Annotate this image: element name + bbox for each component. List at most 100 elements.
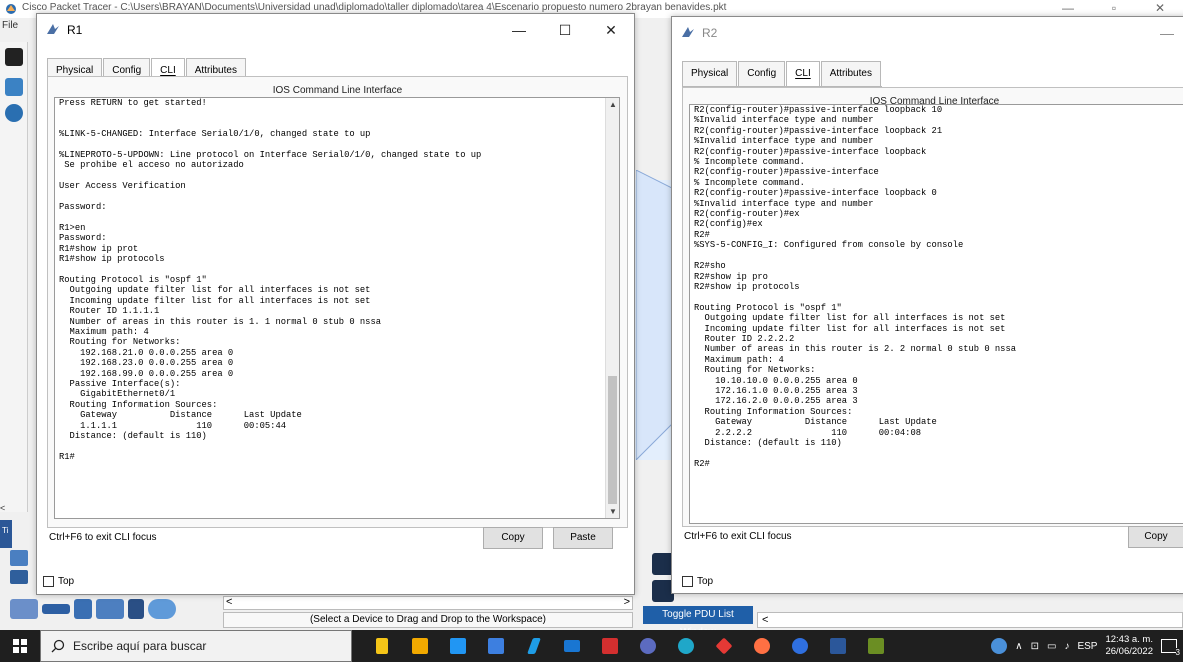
firefox-icon[interactable] (748, 630, 776, 662)
r2-terminal-text: R2(config-router)#passive-interface loop… (694, 105, 1017, 469)
chevron-up-icon[interactable]: ∧ (1015, 641, 1022, 652)
router-icon[interactable] (10, 599, 38, 619)
search-icon (51, 639, 65, 653)
file-explorer-icon[interactable] (444, 630, 472, 662)
hub-icon[interactable] (74, 599, 92, 619)
r1-top-label: Top (58, 576, 75, 587)
r2-terminal[interactable]: R2(config-router)#passive-interface loop… (689, 104, 1183, 524)
windows-taskbar: Escribe aquí para buscar ∧ ⊡ ▭ ♪ ESP 12:… (0, 630, 1183, 662)
pdf-reader-icon[interactable] (596, 630, 624, 662)
start-button[interactable] (0, 630, 40, 662)
r2-tab-cli[interactable]: CLI (786, 61, 820, 86)
scroll-left-arrow[interactable]: < (0, 503, 10, 517)
dropbox-icon[interactable] (482, 630, 510, 662)
r1-close-button[interactable]: ✕ (588, 14, 634, 46)
notification-icon[interactable]: 3 (1161, 639, 1180, 657)
volume-icon[interactable]: ♪ (1064, 641, 1069, 652)
store-icon[interactable] (406, 630, 434, 662)
switch-icon[interactable] (42, 604, 70, 614)
toggle-pdu-list-button[interactable]: Toggle PDU List Window (643, 606, 753, 638)
r2-top-label: Top (697, 576, 714, 587)
time-tab[interactable]: Ti (0, 520, 12, 548)
router-window-icon (682, 27, 694, 37)
r1-window-title: R1 (67, 23, 83, 37)
r2-title-bar[interactable]: R2 — (672, 17, 1183, 49)
r1-scroll-thumb[interactable] (608, 376, 617, 504)
r1-minimize-button[interactable]: — (496, 14, 542, 46)
r2-tab-attributes[interactable]: Attributes (820, 61, 881, 86)
device-type-bar (10, 596, 220, 622)
notification-count: 3 (1175, 648, 1180, 657)
r2-copy-button[interactable]: Copy (1128, 526, 1183, 548)
signal-icon[interactable] (786, 630, 814, 662)
network-devices-icon[interactable] (10, 550, 28, 566)
r2-top-checkbox-box[interactable] (682, 576, 693, 587)
network-icon[interactable]: ⊡ (1031, 641, 1039, 652)
taskbar-search-box[interactable]: Escribe aquí para buscar (40, 630, 352, 662)
r2-window-controls: — (1144, 17, 1183, 49)
scroll-left-icon[interactable]: < (226, 596, 232, 608)
battery-icon[interactable]: ▭ (1047, 641, 1056, 652)
r2-tab-config[interactable]: Config (738, 61, 786, 86)
device-list-scrollbar[interactable]: < > (223, 596, 633, 610)
clock-date: 26/06/2022 (1105, 646, 1153, 657)
scroll-down-icon[interactable]: ▼ (609, 507, 617, 516)
r1-top-checkbox[interactable]: Top (43, 576, 74, 587)
network-app-icon[interactable] (634, 630, 662, 662)
language-indicator[interactable]: ESP (1077, 641, 1097, 652)
r1-top-checkbox-box[interactable] (43, 576, 54, 587)
scroll-up-icon[interactable]: ▲ (609, 100, 617, 109)
word-icon[interactable] (824, 630, 852, 662)
device-category-icons (10, 550, 30, 590)
help-icon[interactable] (991, 638, 1008, 654)
r2-tab-physical[interactable]: Physical (682, 61, 738, 86)
r1-window: R1 — ☐ ✕ Physical Config CLI Attributes … (36, 13, 635, 595)
r1-paste-button[interactable]: Paste (553, 527, 613, 549)
task-view-icon[interactable] (368, 630, 396, 662)
search-placeholder: Escribe aquí para buscar (73, 639, 207, 653)
r1-terminal[interactable]: Press RETURN to get started! %LINK-5-CHA… (54, 97, 620, 519)
menu-file[interactable]: File (2, 20, 18, 31)
wan-emulation-icon[interactable] (148, 599, 176, 619)
taskbar-apps (368, 630, 890, 662)
r1-focus-hint: Ctrl+F6 to exit CLI focus (49, 532, 157, 543)
r2-tab-bar: Physical Config CLI Attributes (682, 61, 882, 87)
security-icon[interactable] (128, 599, 144, 619)
pdu-list-scrollbar[interactable]: < (757, 612, 1183, 628)
clock-time: 12:43 a. m. (1105, 634, 1153, 645)
system-tray: ∧ ⊡ ▭ ♪ ESP 12:43 a. m. 26/06/2022 3 (991, 630, 1183, 662)
r2-focus-hint: Ctrl+F6 to exit CLI focus (684, 531, 792, 542)
logical-view-icon[interactable] (5, 78, 23, 96)
end-devices-icon[interactable] (10, 570, 28, 584)
r1-copy-button[interactable]: Copy (483, 527, 543, 549)
left-toolbar (0, 42, 28, 512)
device-status-text: (Select a Device to Drag and Drop to the… (223, 612, 633, 628)
main-window-title: Cisco Packet Tracer - C:\Users\BRAYAN\Do… (22, 2, 727, 13)
anydesk-icon[interactable] (710, 630, 738, 662)
wireless-icon[interactable] (96, 599, 124, 619)
r1-terminal-text: Press RETURN to get started! %LINK-5-CHA… (59, 98, 482, 462)
r2-top-checkbox[interactable]: Top (682, 576, 713, 587)
r2-window: R2 — Physical Config CLI Attributes IOS … (671, 16, 1183, 594)
r2-window-title: R2 (702, 26, 718, 40)
edge-icon[interactable] (672, 630, 700, 662)
windows-logo-icon (13, 639, 27, 653)
r1-title-bar[interactable]: R1 — ☐ ✕ (37, 14, 634, 46)
taskbar-clock[interactable]: 12:43 a. m. 26/06/2022 (1105, 634, 1153, 658)
router-window-icon (47, 24, 59, 34)
packet-tracer-taskbar-icon[interactable] (862, 630, 890, 662)
workspace-link-shape (636, 170, 676, 460)
r1-window-controls: — ☐ ✕ (496, 14, 634, 46)
new-file-icon[interactable] (5, 48, 23, 66)
lightning-app-icon[interactable] (520, 630, 548, 662)
r1-terminal-scrollbar[interactable]: ▲ ▼ (605, 98, 619, 518)
packet-tracer-icon (6, 4, 16, 14)
r1-cli-panel: IOS Command Line Interface Press RETURN … (47, 76, 628, 528)
mail-icon[interactable] (558, 630, 586, 662)
physical-view-icon[interactable] (5, 104, 23, 122)
r2-minimize-button[interactable]: — (1144, 17, 1183, 49)
scroll-right-icon[interactable]: > (624, 596, 630, 608)
r1-ios-header: IOS Command Line Interface (272, 85, 403, 96)
r1-maximize-button[interactable]: ☐ (542, 14, 588, 46)
r2-cli-panel: IOS Command Line Interface R2(config-rou… (682, 87, 1183, 527)
